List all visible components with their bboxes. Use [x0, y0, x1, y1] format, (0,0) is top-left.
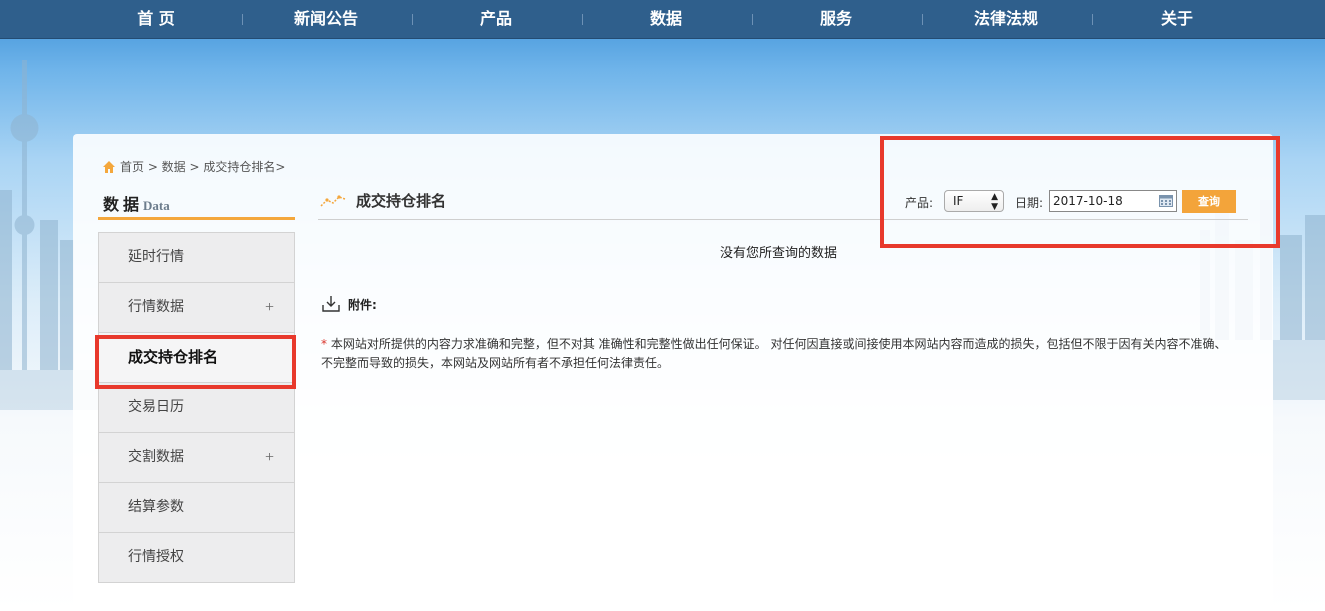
no-data-message: 没有您所查询的数据 [720, 246, 838, 261]
disclaimer-line-2: 不完整而导致的损失，本网站及网站所有者不承担任何法律责任。 [321, 356, 670, 370]
nav-about[interactable]: 关于 [1117, 0, 1237, 39]
sidebar-item-delayed-quotes[interactable]: 延时行情 [99, 233, 294, 283]
nav-data[interactable]: 数据 [606, 0, 726, 39]
breadcrumb: 首页 > 数据 > 成交持仓排名> [102, 158, 285, 175]
title-divider [318, 219, 1248, 220]
nav-separator [752, 14, 753, 25]
nav-home[interactable]: 首 页 [96, 0, 216, 39]
date-input[interactable]: 2017-10-18 [1049, 190, 1177, 212]
product-select[interactable]: IF ▲ ▼ [944, 190, 1004, 212]
nav-laws[interactable]: 法律法规 [946, 0, 1066, 39]
sidebar-item-market-data[interactable]: 行情数据 + [99, 283, 294, 333]
breadcrumb-text[interactable]: 首页 > 数据 > 成交持仓排名> [120, 158, 285, 175]
select-arrows-icon: ▲ ▼ [991, 192, 998, 212]
sidebar-item-delivery-data[interactable]: 交割数据 + [99, 433, 294, 483]
sidebar-menu: 延时行情 行情数据 + 成交持仓排名 交易日历 交割数据 + 结算参数 行情授权 [98, 232, 295, 583]
expand-plus-icon[interactable]: + [265, 283, 274, 333]
nav-services[interactable]: 服务 [776, 0, 896, 39]
sidebar-item-label: 行情授权 [128, 550, 184, 565]
nav-products[interactable]: 产品 [436, 0, 556, 39]
expand-plus-icon[interactable]: + [265, 433, 274, 483]
nav-separator [582, 14, 583, 25]
calendar-icon[interactable] [1159, 194, 1173, 207]
nav-separator [242, 14, 243, 25]
sidebar-title-en: Data [143, 198, 170, 213]
attachment-label: 附件: [348, 297, 377, 312]
sidebar-item-label: 交易日历 [128, 400, 184, 415]
sidebar-title: 数 据 Data [103, 191, 170, 215]
sidebar-item-trading-calendar[interactable]: 交易日历 [99, 383, 294, 433]
disclaimer-line-1: 本网站对所提供的内容力求准确和完整，但不对其 准确性和完整性做出任何保证。 对任… [327, 337, 1227, 351]
content-title: 成交持仓排名 [320, 190, 446, 211]
sidebar-item-label: 结算参数 [128, 500, 184, 515]
date-input-value: 2017-10-18 [1053, 194, 1123, 208]
home-icon[interactable] [102, 160, 116, 174]
sidebar-item-quote-license[interactable]: 行情授权 [99, 533, 294, 583]
sidebar-item-label: 成交持仓排名 [128, 350, 219, 366]
product-label: 产品: [905, 196, 934, 210]
sidebar-item-settlement-params[interactable]: 结算参数 [99, 483, 294, 533]
sidebar-title-cn: 数 据 [103, 197, 140, 214]
sidebar-item-label: 交割数据 [128, 450, 184, 465]
nav-separator [412, 14, 413, 25]
sidebar-item-volume-position-ranking[interactable]: 成交持仓排名 [99, 333, 294, 383]
date-label: 日期: [1015, 196, 1044, 210]
sidebar-item-label: 延时行情 [128, 250, 184, 265]
attachment-row: 附件: [321, 295, 377, 313]
top-navigation-bar: 首 页 新闻公告 产品 数据 服务 法律法规 关于 [0, 0, 1325, 39]
sidebar-item-label: 行情数据 [128, 300, 184, 315]
query-button[interactable]: 查询 [1182, 190, 1236, 213]
sidebar-title-underline [98, 217, 295, 220]
disclaimer: * 本网站对所提供的内容力求准确和完整，但不对其 准确性和完整性做出任何保证。 … [321, 335, 1241, 373]
nav-separator [922, 14, 923, 25]
page-title: 成交持仓排名 [356, 194, 447, 210]
nav-news[interactable]: 新闻公告 [266, 0, 386, 39]
line-chart-icon [320, 194, 346, 207]
download-icon[interactable] [321, 295, 341, 313]
product-select-value: IF [953, 194, 964, 208]
nav-separator [1092, 14, 1093, 25]
